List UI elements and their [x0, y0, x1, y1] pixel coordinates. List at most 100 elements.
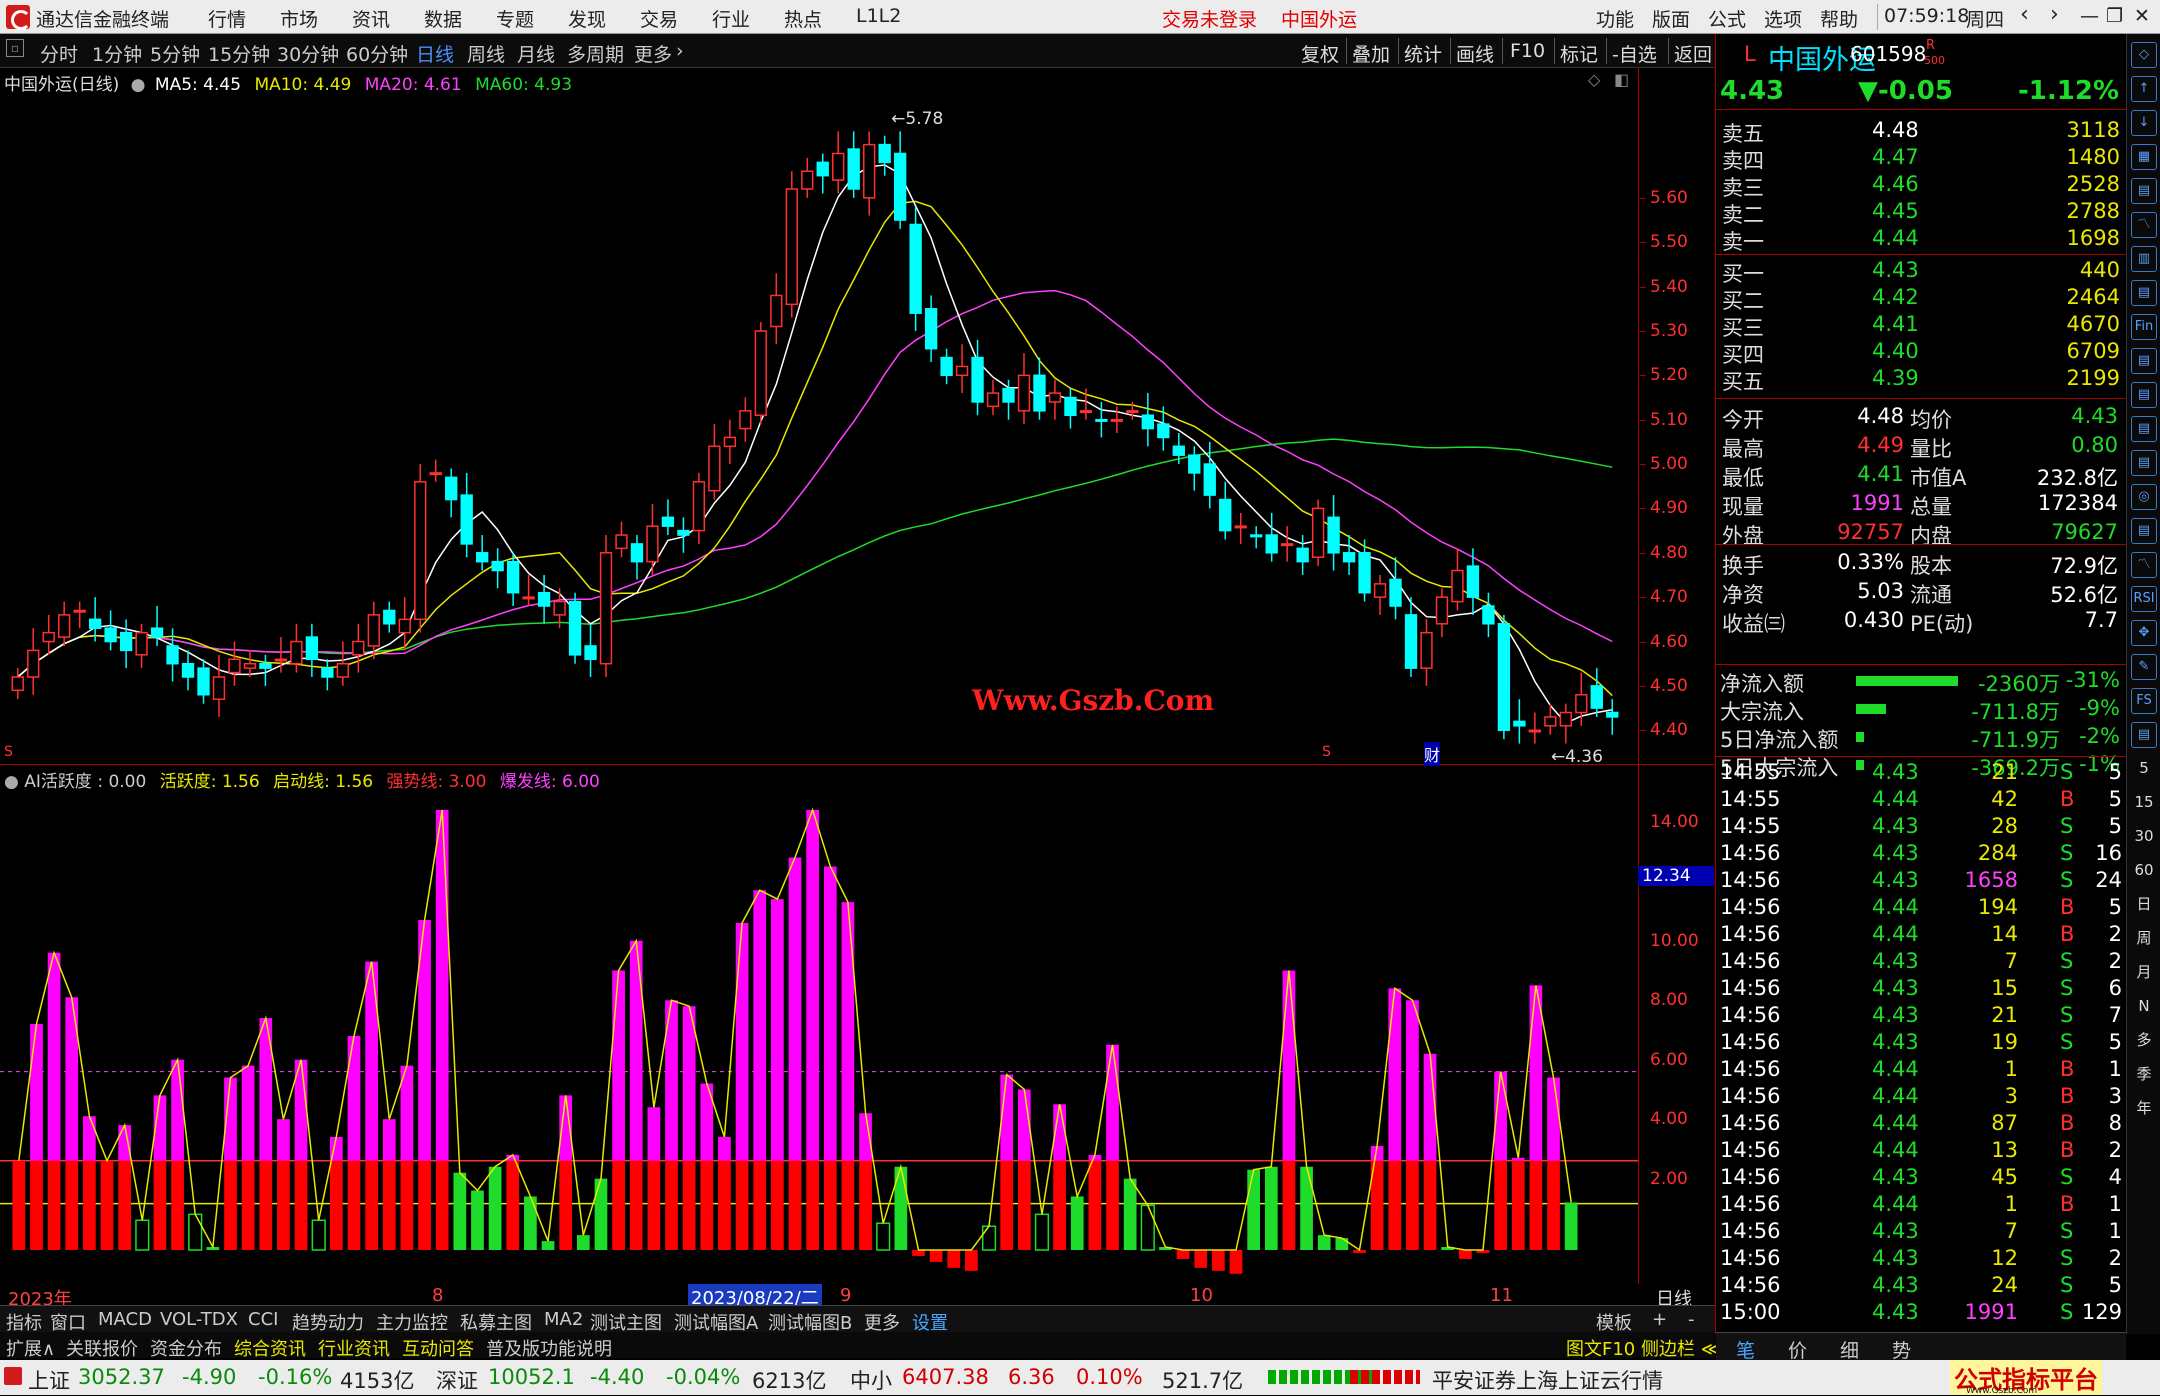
- toolbar-icon[interactable]: ✎: [2131, 654, 2157, 680]
- tool-标记[interactable]: 标记: [1560, 40, 1598, 67]
- candle[interactable]: [599, 552, 613, 665]
- candle[interactable]: [383, 609, 396, 625]
- period-分时[interactable]: 分时: [40, 40, 78, 67]
- candle[interactable]: [801, 170, 814, 190]
- candle[interactable]: [1172, 445, 1185, 456]
- tool-画线[interactable]: 画线: [1456, 40, 1494, 67]
- candle[interactable]: [119, 631, 133, 652]
- period-更多[interactable]: 更多: [634, 40, 672, 67]
- candle[interactable]: [816, 161, 829, 177]
- candle[interactable]: [1219, 498, 1232, 532]
- tab-扩展[interactable]: 扩展∧: [6, 1335, 55, 1361]
- candle[interactable]: [414, 481, 427, 621]
- candle[interactable]: [1048, 392, 1062, 403]
- candle[interactable]: [940, 356, 953, 377]
- minimize-icon[interactable]: —: [2080, 5, 2099, 27]
- candle[interactable]: [321, 667, 334, 678]
- tab-vol-tdx[interactable]: VOL-TDX: [160, 1309, 238, 1330]
- candle[interactable]: [1559, 711, 1572, 727]
- candle[interactable]: [197, 667, 210, 696]
- candle[interactable]: [568, 600, 582, 656]
- candle[interactable]: [723, 436, 737, 448]
- candle[interactable]: [1296, 547, 1309, 563]
- sz-label[interactable]: 深证: [436, 1365, 478, 1395]
- menu-item-交易[interactable]: 交易: [640, 5, 678, 32]
- candle[interactable]: [1590, 685, 1603, 709]
- candle[interactable]: [1250, 534, 1263, 538]
- candle[interactable]: [893, 152, 907, 221]
- candle[interactable]: [522, 596, 535, 600]
- period-日线[interactable]: 日线: [416, 40, 454, 67]
- period-30分钟[interactable]: 30分钟: [277, 40, 339, 67]
- menu-item-行情[interactable]: 行情: [208, 5, 246, 32]
- candle[interactable]: [1497, 623, 1511, 732]
- candle[interactable]: [398, 618, 411, 634]
- toolbar-icon[interactable]: ▤: [2131, 722, 2157, 748]
- toolbar-icon[interactable]: ◇: [2131, 42, 2157, 68]
- candle[interactable]: [1280, 543, 1294, 547]
- toolbar-icon[interactable]: 30: [2131, 824, 2157, 850]
- candle[interactable]: [1157, 423, 1170, 439]
- candle[interactable]: [785, 188, 798, 306]
- candle[interactable]: [290, 640, 303, 665]
- trade-login-status[interactable]: 交易未登录: [1162, 5, 1257, 32]
- candle[interactable]: [615, 534, 628, 550]
- period-60分钟[interactable]: 60分钟: [346, 40, 408, 67]
- candle[interactable]: [88, 618, 102, 629]
- tick-list[interactable]: 14:55 4.43 21 S 5 14:55 4.44 42 B 5 14:55 4.43 28 S 5 1…: [1716, 756, 2126, 1356]
- menu-item-市场[interactable]: 市场: [280, 5, 318, 32]
- tab-笔[interactable]: 笔: [1736, 1336, 1755, 1363]
- menu-item-热点[interactable]: 热点: [784, 5, 822, 32]
- candle[interactable]: [11, 676, 24, 692]
- candle[interactable]: [708, 445, 721, 492]
- period-5分钟[interactable]: 5分钟: [150, 40, 200, 67]
- candle[interactable]: [1466, 565, 1480, 598]
- toolbar-icon[interactable]: 年: [2131, 1096, 2157, 1122]
- candle[interactable]: [228, 658, 241, 674]
- candle[interactable]: [832, 152, 845, 181]
- candle[interactable]: [135, 631, 148, 656]
- chevron-right-icon[interactable]: ›: [676, 40, 684, 62]
- candle[interactable]: [1373, 583, 1387, 598]
- sh-label[interactable]: 上证: [28, 1365, 70, 1395]
- candle[interactable]: [367, 614, 380, 647]
- candle[interactable]: [1033, 374, 1046, 412]
- candle[interactable]: [986, 392, 1000, 408]
- candle[interactable]: [1420, 631, 1433, 669]
- period-15分钟[interactable]: 15分钟: [208, 40, 270, 67]
- menu-item-发现[interactable]: 发现: [568, 5, 606, 32]
- tab-cci[interactable]: CCI: [248, 1309, 278, 1330]
- tab-细[interactable]: 细: [1840, 1336, 1859, 1363]
- toolbar-icon[interactable]: N: [2131, 994, 2157, 1020]
- period-1分钟[interactable]: 1分钟: [92, 40, 142, 67]
- candle[interactable]: [445, 476, 458, 501]
- toolbar-icon[interactable]: 5: [2131, 756, 2157, 782]
- toolbar-icon[interactable]: ▤: [2131, 416, 2157, 442]
- toolbar-icon[interactable]: 季: [2131, 1062, 2157, 1088]
- restore-icon[interactable]: ❐: [2106, 5, 2123, 27]
- menu-item-资讯[interactable]: 资讯: [352, 5, 390, 32]
- candle[interactable]: [1389, 578, 1402, 607]
- toolbar-icon[interactable]: Fin: [2131, 314, 2157, 340]
- tab-行业资讯[interactable]: 行业资讯: [318, 1335, 390, 1361]
- toolbar-icon[interactable]: ▤: [2131, 382, 2157, 408]
- tab-macd[interactable]: MACD: [98, 1309, 152, 1330]
- candle[interactable]: [909, 223, 922, 314]
- toolbar-icon[interactable]: 〽: [2131, 552, 2157, 578]
- toolbar-icon[interactable]: ✥: [2131, 620, 2157, 646]
- toolbar-icon[interactable]: ▥: [2131, 246, 2157, 272]
- candle[interactable]: [955, 365, 969, 377]
- tool-f10[interactable]: F10: [1510, 40, 1545, 62]
- candle[interactable]: [1482, 605, 1495, 625]
- candle[interactable]: [104, 627, 117, 643]
- remove-window-button[interactable]: -: [1688, 1309, 1695, 1330]
- candle[interactable]: [692, 481, 706, 532]
- candle[interactable]: [878, 143, 891, 164]
- back-arrow-icon[interactable]: ‹: [2020, 2, 2029, 27]
- tab-价[interactable]: 价: [1788, 1336, 1807, 1363]
- candle[interactable]: [630, 543, 644, 563]
- candle[interactable]: [1064, 396, 1077, 417]
- candle[interactable]: [1188, 454, 1201, 474]
- side-panel-toggle[interactable]: 图文F10 侧边栏 ≪: [1566, 1335, 1720, 1361]
- candle[interactable]: [1002, 387, 1015, 403]
